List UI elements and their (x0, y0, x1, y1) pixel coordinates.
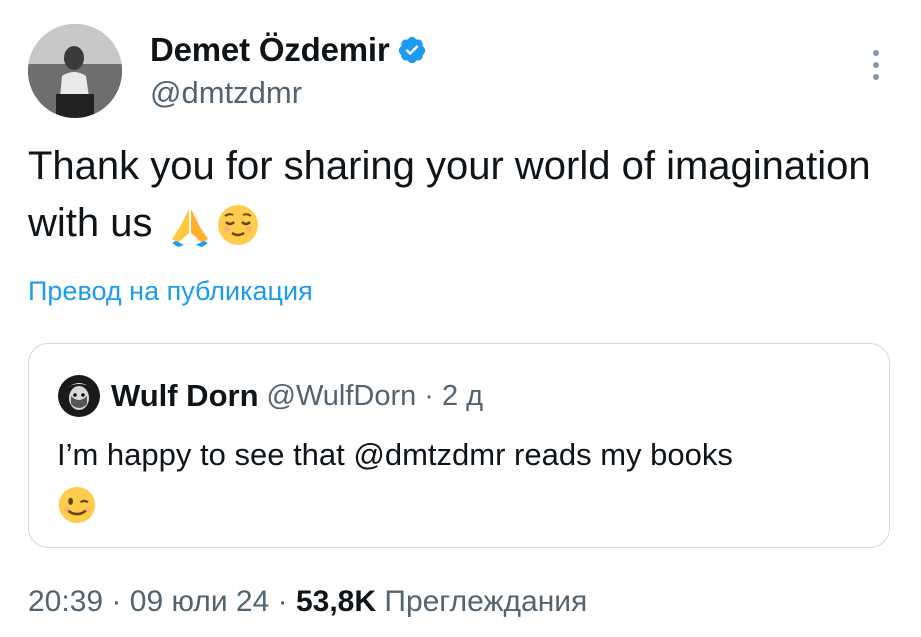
quoted-tweet-text: I’m happy to see that @dmtzdmr reads my … (57, 432, 877, 525)
tweet-date[interactable]: 09 юли 24 (130, 585, 270, 618)
tweet-time[interactable]: 20:39 (28, 585, 103, 618)
quoted-tweet-text-content: I’m happy to see that @dmtzdmr reads my … (57, 437, 733, 472)
avatar-photo-icon (28, 24, 122, 118)
folded-hands-emoji-icon (171, 209, 208, 248)
author-display-name[interactable]: Demet Özdemir (150, 31, 390, 69)
quoted-tweet-time[interactable]: 2 д (442, 380, 483, 413)
quoted-tweet-header: Wulf Dorn @WulfDorn · 2 д (57, 374, 483, 418)
author-avatar[interactable] (28, 24, 122, 118)
author-names: Demet Özdemir @dmtzdmr (150, 31, 427, 111)
more-options-icon[interactable] (869, 48, 883, 82)
views-label: Преглеждания (384, 585, 588, 618)
quoted-separator: · (424, 379, 434, 412)
winking-face-emoji-icon (58, 486, 96, 523)
translate-post-link[interactable]: Превод на публикация (28, 276, 313, 307)
views-count: 53,8K (295, 585, 377, 618)
quoted-author-handle[interactable]: @WulfDorn (267, 380, 417, 413)
tweet-meta: 20:39 · 09 юли 24 · 53,8K Преглеждания (28, 585, 587, 619)
name-row: Demet Özdemir (150, 31, 427, 69)
relieved-face-emoji-icon (217, 205, 258, 246)
quoted-author-name[interactable]: Wulf Dorn (111, 378, 259, 414)
author-handle[interactable]: @dmtzdmr (150, 75, 427, 111)
quoted-tweet-card[interactable]: Wulf Dorn @WulfDorn · 2 д I’m happy to s… (28, 343, 890, 548)
quoted-author-avatar[interactable] (57, 374, 101, 418)
meta-separator: · (111, 585, 122, 618)
tweet-header: Demet Özdemir @dmtzdmr (28, 24, 427, 118)
meta-separator: · (277, 585, 288, 618)
tweet-text-content: Thank you for sharing your world of imag… (28, 144, 882, 245)
verified-badge-icon (399, 36, 426, 64)
tweet-text: Thank you for sharing your world of imag… (28, 138, 888, 252)
quoted-avatar-photo-icon (57, 374, 101, 418)
